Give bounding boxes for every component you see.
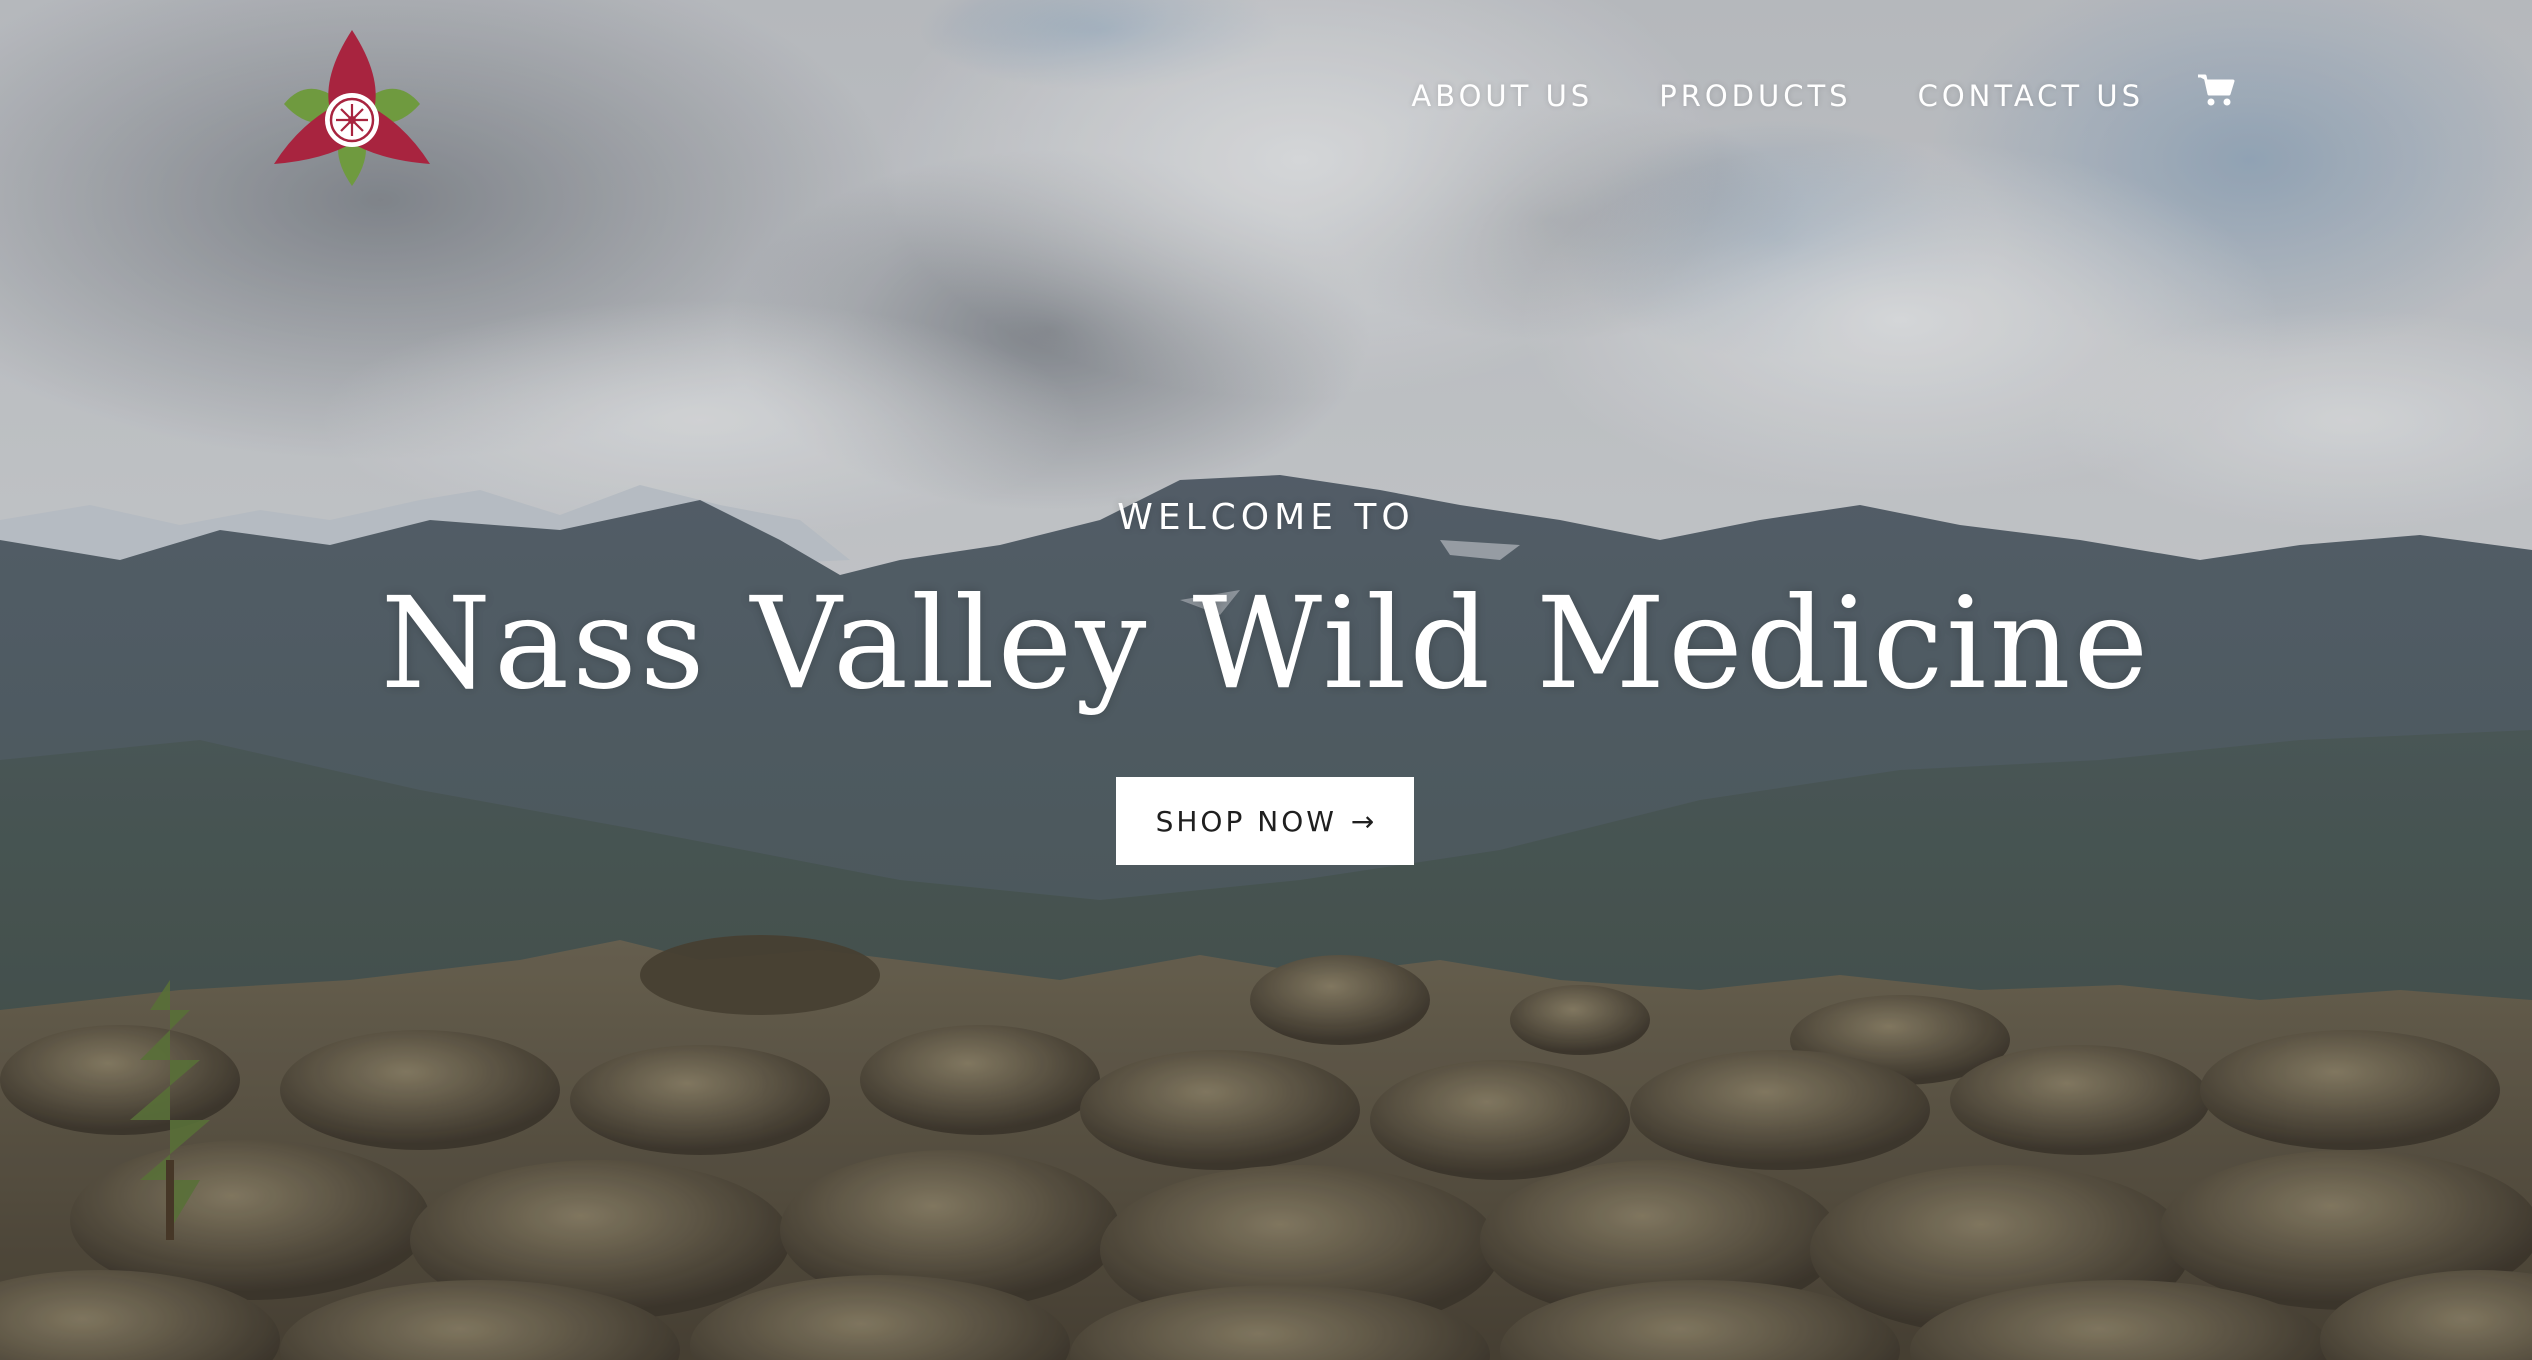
arrow-right-icon: → bbox=[1350, 804, 1375, 838]
cart-icon[interactable] bbox=[2196, 72, 2236, 108]
shop-now-label: SHOP NOW bbox=[1155, 804, 1337, 838]
nav-products[interactable]: PRODUCTS bbox=[1659, 79, 1851, 113]
shop-now-button[interactable]: SHOP NOW → bbox=[1116, 777, 1414, 865]
nav-about-us[interactable]: ABOUT US bbox=[1411, 79, 1593, 113]
main-nav: ABOUT US PRODUCTS CONTACT US bbox=[1345, 74, 2236, 114]
hero-section: ABOUT US PRODUCTS CONTACT US WELCOME TO … bbox=[0, 0, 2532, 1360]
hero-title: Nass Valley Wild Medicine bbox=[380, 570, 2152, 717]
hero-welcome-text: WELCOME TO bbox=[1117, 497, 1415, 538]
nav-contact-us[interactable]: CONTACT US bbox=[1918, 79, 2144, 113]
trillium-logo[interactable] bbox=[272, 26, 432, 192]
